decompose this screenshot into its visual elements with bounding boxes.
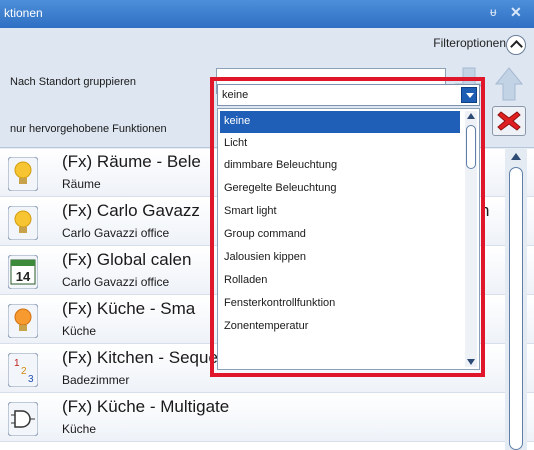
move-up-button[interactable] [492, 64, 526, 104]
filter-options-label[interactable]: Filteroptionen [400, 36, 506, 50]
function-location: Küche [62, 422, 97, 436]
function-location: Räume [62, 177, 101, 191]
function-location: Badezimmer [62, 373, 130, 387]
dropdown-item[interactable]: keine [220, 111, 460, 133]
chevron-down-icon[interactable] [461, 87, 477, 103]
highlighted-functions-select[interactable]: keine [217, 84, 480, 106]
clear-x-icon [497, 111, 521, 131]
dropdown-item[interactable]: Licht [220, 133, 460, 155]
dropdown-item[interactable]: Rolladen [220, 270, 460, 292]
function-name: (Fx) Küche - Multigate [62, 397, 230, 416]
svg-text:1: 1 [14, 358, 20, 369]
list-item[interactable]: (Fx) Küche - Multigate Küche [0, 394, 534, 442]
function-name: (Fx) Küche - Sma [62, 299, 196, 318]
function-location: Carlo Gavazzi office [62, 226, 170, 240]
lightbulb-icon [8, 304, 38, 338]
function-name: (Fx) Global calen [62, 250, 192, 269]
function-name: (Fx) Carlo Gavazz [62, 201, 200, 220]
group-by-location-label: Nach Standort gruppieren [10, 76, 136, 88]
panel-titlebar: ktionen ᵾ ✕ [0, 0, 534, 28]
dropdown-item[interactable]: Smart light [220, 201, 460, 223]
function-location: Carlo Gavazzi office [62, 275, 170, 289]
sequence-icon: 1 2 3 [8, 353, 38, 387]
list-scrollbar[interactable] [505, 149, 527, 450]
select-value: keine [222, 89, 249, 101]
scroll-up-icon[interactable] [467, 113, 475, 119]
calendar-icon: 14 [8, 255, 38, 289]
function-name: (Fx) Räume - Bele [62, 152, 201, 171]
collapse-filter-button[interactable] [506, 35, 526, 55]
lightbulb-icon [8, 157, 38, 191]
dropdown-list: keine Licht dimmbare Beleuchtung Geregel… [217, 108, 480, 370]
close-icon[interactable]: ✕ [510, 4, 526, 22]
scroll-thumb[interactable] [509, 167, 523, 450]
dropdown-scrollbar[interactable] [465, 111, 477, 367]
scroll-thumb[interactable] [466, 125, 476, 169]
svg-text:3: 3 [28, 374, 34, 385]
arrow-up-icon [494, 67, 524, 101]
highlighted-functions-label: nur hervorgehobene Funktionen [10, 123, 167, 135]
logic-gate-icon [8, 402, 38, 436]
clear-filter-button[interactable] [492, 106, 526, 136]
scroll-down-icon[interactable] [467, 359, 475, 365]
lightbulb-icon [8, 206, 38, 240]
pin-icon[interactable]: ᵾ [490, 5, 504, 21]
svg-text:2: 2 [21, 366, 27, 377]
dropdown-item[interactable]: Group command [220, 224, 460, 246]
calendar-day: 14 [16, 269, 31, 284]
panel-title: ktionen [4, 6, 43, 20]
dropdown-item[interactable]: Zonentemperatur [220, 316, 460, 338]
function-location: Küche [62, 324, 97, 338]
dropdown-item[interactable]: dimmbare Beleuchtung [220, 155, 460, 177]
dropdown-item[interactable]: Geregelte Beleuchtung [220, 178, 460, 200]
highlight-frame: keine keine Licht dimmbare Beleuchtung G… [210, 77, 485, 377]
scroll-up-icon[interactable] [511, 153, 521, 160]
dropdown-item[interactable]: Fensterkontrollfunktion [220, 293, 460, 315]
dropdown-item[interactable]: Jalousien kippen [220, 247, 460, 269]
